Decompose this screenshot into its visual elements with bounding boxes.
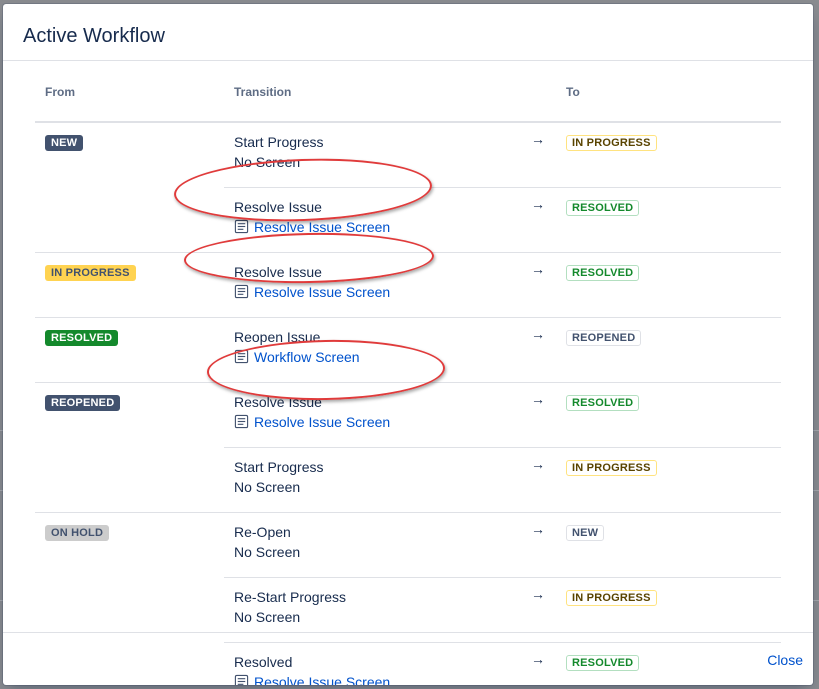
- to-status-cell: RESOLVED: [556, 252, 781, 318]
- from-status-cell: IN PROGRESS: [35, 252, 224, 318]
- transition-screen: Resolve Issue Screen: [234, 282, 520, 302]
- transition-screen-none: No Screen: [234, 544, 301, 560]
- from-status-lozenge: NEW: [45, 135, 84, 151]
- from-status-lozenge: ON HOLD: [45, 525, 110, 541]
- to-status-lozenge: REOPENED: [566, 330, 642, 346]
- transition-name: Start Progress: [234, 459, 324, 475]
- table-row: IN PROGRESS Resolve Issue Resolve Issue Sc…: [35, 252, 781, 318]
- column-header-to: To: [556, 85, 781, 123]
- to-status-cell: REOPENED: [556, 317, 781, 383]
- transition-name: Resolve Issue: [234, 199, 322, 215]
- transition-screen-none: No Screen: [234, 154, 301, 170]
- to-status-cell: IN PROGRESS: [556, 447, 781, 513]
- transition-cell: Re-Open No Screen: [224, 512, 520, 578]
- screen-form-icon: [234, 219, 249, 234]
- transition-cell: Resolve Issue Resolve Issue Screen: [224, 382, 520, 448]
- from-status-lozenge: RESOLVED: [45, 330, 119, 346]
- from-status-cell: REOPENED: [35, 382, 224, 513]
- transition-cell: Resolve Issue Resolve Issue Screen: [224, 252, 520, 318]
- dialog-body: From Transition To NEW Start Progress No S…: [3, 61, 813, 685]
- screen-link[interactable]: Resolve Issue Screen: [254, 219, 390, 235]
- table-row: ON HOLD Re-Open No Screen → NEW: [35, 512, 781, 685]
- column-header-from: From: [35, 85, 224, 123]
- transition-arrow: →: [520, 121, 556, 188]
- dialog-footer: Close: [3, 632, 813, 685]
- transition-arrow: →: [520, 187, 556, 253]
- to-status-lozenge: IN PROGRESS: [566, 590, 657, 606]
- close-button[interactable]: Close: [767, 652, 803, 668]
- transition-name: Re-Open: [234, 524, 291, 540]
- to-status-lozenge: RESOLVED: [566, 265, 640, 281]
- to-status-lozenge: IN PROGRESS: [566, 460, 657, 476]
- transition-name: Reopen Issue: [234, 329, 321, 345]
- screen-form-icon: [234, 349, 249, 364]
- screen-link[interactable]: Resolve Issue Screen: [254, 284, 390, 300]
- screen-link[interactable]: Resolve Issue Screen: [254, 414, 390, 430]
- transition-cell: Start Progress No Screen: [224, 121, 520, 188]
- transition-name: Start Progress: [234, 134, 324, 150]
- transition-name: Re-Start Progress: [234, 589, 347, 605]
- transition-arrow: →: [520, 252, 556, 318]
- from-status-cell: NEW: [35, 121, 224, 253]
- column-header-arrow: [520, 85, 556, 123]
- to-status-lozenge: RESOLVED: [566, 395, 640, 411]
- transition-screen: Resolve Issue Screen: [234, 412, 520, 432]
- column-header-transition: Transition: [224, 85, 520, 123]
- transition-cell: Start Progress No Screen: [224, 447, 520, 513]
- transition-cell: Resolve Issue Resolve Issue Screen: [224, 187, 520, 253]
- to-status-lozenge: IN PROGRESS: [566, 135, 657, 151]
- transition-name: Resolve Issue: [234, 394, 322, 410]
- screen-form-icon: [234, 284, 249, 299]
- to-status-cell: IN PROGRESS: [556, 121, 781, 188]
- transition-screen-none: No Screen: [234, 609, 301, 625]
- from-status-lozenge: REOPENED: [45, 395, 121, 411]
- to-status-cell: RESOLVED: [556, 187, 781, 253]
- active-workflow-dialog: Active Workflow From Transition To NEW St…: [3, 4, 813, 685]
- to-status-cell: RESOLVED: [556, 382, 781, 448]
- transition-cell: Reopen Issue Workflow Screen: [224, 317, 520, 383]
- transition-arrow: →: [520, 447, 556, 513]
- transition-screen-none: No Screen: [234, 479, 301, 495]
- workflow-table-body: NEW Start Progress No Screen → IN PROGRESS Re…: [35, 121, 781, 685]
- dialog-title: Active Workflow: [23, 25, 165, 47]
- table-header-row: From Transition To: [35, 85, 781, 123]
- table-row: RESOLVED Reopen Issue Workflow Screen → REOP…: [35, 317, 781, 383]
- dialog-header: Active Workflow: [3, 4, 813, 61]
- workflow-table: From Transition To NEW Start Progress No S…: [35, 85, 781, 685]
- to-status-cell: NEW: [556, 512, 781, 578]
- transition-arrow: →: [520, 382, 556, 448]
- from-status-lozenge: IN PROGRESS: [45, 265, 136, 281]
- transition-screen: Resolve Issue Screen: [234, 217, 520, 237]
- transition-name: Resolve Issue: [234, 264, 322, 280]
- transition-arrow: →: [520, 317, 556, 383]
- transition-screen: Workflow Screen: [234, 347, 520, 367]
- screen-form-icon: [234, 414, 249, 429]
- table-row: REOPENED Resolve Issue Resolve Issue Scree…: [35, 382, 781, 513]
- transition-arrow: →: [520, 512, 556, 578]
- screen-link[interactable]: Workflow Screen: [254, 349, 360, 365]
- table-row: NEW Start Progress No Screen → IN PROGRESS: [35, 121, 781, 253]
- to-status-lozenge: NEW: [566, 525, 605, 541]
- from-status-cell: RESOLVED: [35, 317, 224, 383]
- to-status-lozenge: RESOLVED: [566, 200, 640, 216]
